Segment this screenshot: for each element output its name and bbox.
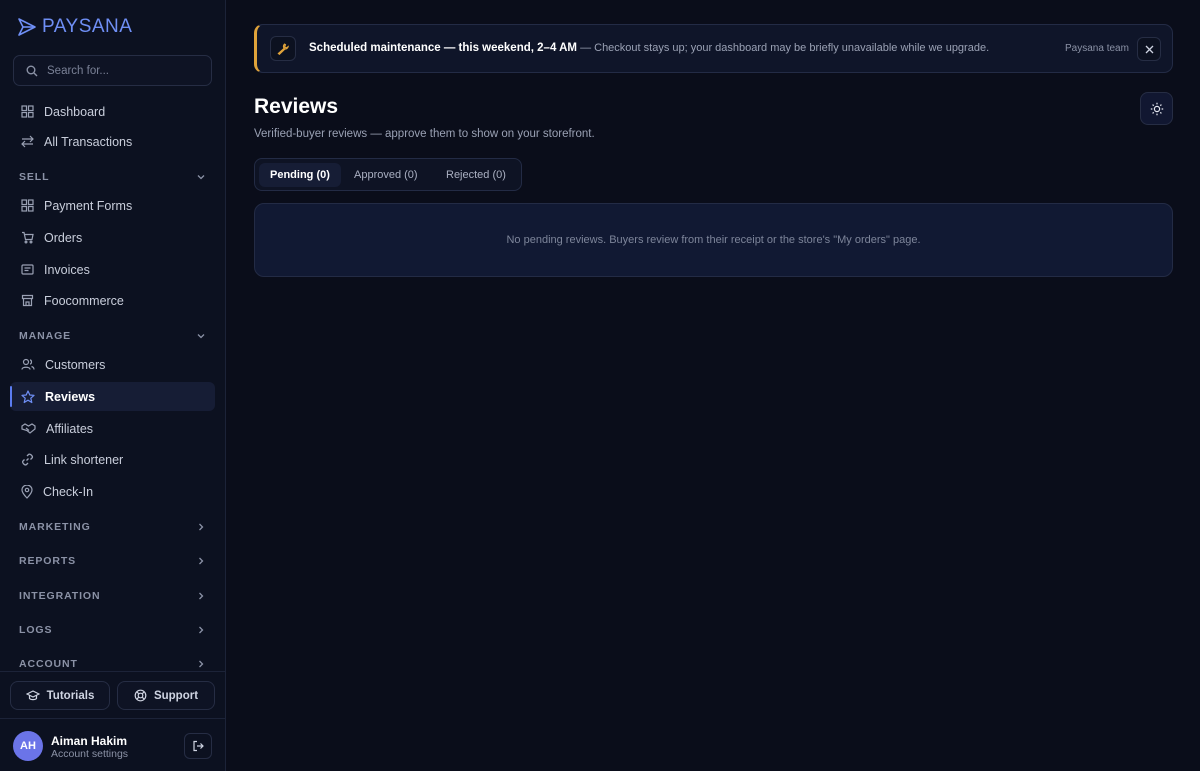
banner-icon-box xyxy=(270,36,296,61)
chevron-right-icon xyxy=(199,557,204,565)
sidebar-item-label: Invoices xyxy=(44,262,90,277)
section-label: MARKETING xyxy=(19,521,91,533)
sidebar-item-dashboard[interactable]: Dashboard xyxy=(10,97,215,126)
empty-state: No pending reviews. Buyers review from t… xyxy=(254,203,1173,277)
chevron-down-icon xyxy=(197,175,205,180)
close-icon xyxy=(1145,45,1153,53)
chevron-right-icon xyxy=(199,660,204,668)
banner-message: — Checkout stays up; your dashboard may … xyxy=(580,42,990,54)
avatar[interactable]: AH xyxy=(13,731,43,761)
support-button[interactable]: Support xyxy=(117,681,215,710)
search-input[interactable] xyxy=(47,64,197,77)
section-integration[interactable]: INTEGRATION xyxy=(10,586,215,606)
sidebar-item-label: Link shortener xyxy=(44,452,124,467)
sidebar-item-label: Reviews xyxy=(45,389,96,404)
section-logs[interactable]: LOGS xyxy=(10,620,215,640)
chevron-right-icon xyxy=(199,523,204,531)
logout-button[interactable] xyxy=(184,733,212,759)
chevron-down-icon xyxy=(197,334,205,339)
sidebar-item-foocommerce[interactable]: Foocommerce xyxy=(10,286,215,315)
user-name: Aiman Hakim xyxy=(51,734,128,748)
sidebar-item-invoices[interactable]: Invoices xyxy=(10,255,215,284)
graduation-cap-icon xyxy=(25,689,40,700)
user-account-row[interactable]: AH Aiman Hakim Account settings xyxy=(0,718,225,771)
store-icon xyxy=(21,294,34,307)
maintenance-banner: Scheduled maintenance — this weekend, 2–… xyxy=(254,24,1173,73)
grid-icon xyxy=(21,105,34,118)
link-icon xyxy=(22,453,33,466)
lifebuoy-icon xyxy=(134,689,147,702)
sidebar-item-orders[interactable]: Orders xyxy=(10,223,215,252)
section-sell[interactable]: SELL xyxy=(10,167,215,187)
tutorials-button[interactable]: Tutorials xyxy=(10,681,110,710)
sidebar-item-label: Check-In xyxy=(43,484,94,499)
tab-approved[interactable]: Approved (0) xyxy=(343,163,429,187)
invoice-icon xyxy=(21,264,34,275)
theme-toggle-button[interactable] xyxy=(1140,92,1173,125)
support-label: Support xyxy=(153,689,199,702)
sidebar: PAYSANA Dashboard All Transactions SELL … xyxy=(0,0,226,771)
sun-icon xyxy=(1150,102,1163,115)
sidebar-item-label: All Transactions xyxy=(44,134,133,149)
brand-logo[interactable]: PAYSANA xyxy=(16,16,132,38)
section-label: ACCOUNT xyxy=(19,658,78,670)
page-subtitle: Verified-buyer reviews — approve them to… xyxy=(254,128,595,140)
empty-state-message: No pending reviews. Buyers review from t… xyxy=(506,234,921,246)
chevron-right-icon xyxy=(199,592,204,600)
users-icon xyxy=(21,358,35,370)
tab-pending[interactable]: Pending (0) xyxy=(259,163,341,187)
banner-title: Scheduled maintenance — this weekend, 2–… xyxy=(309,42,577,54)
sidebar-item-label: Foocommerce xyxy=(44,293,124,308)
handshake-icon xyxy=(21,423,36,434)
page-title: Reviews xyxy=(254,95,339,118)
section-reports[interactable]: REPORTS xyxy=(10,551,215,571)
brand-name: PAYSANA xyxy=(42,16,133,37)
tutorials-label: Tutorials xyxy=(46,689,95,702)
banner-close-button[interactable] xyxy=(1137,37,1161,61)
search-box[interactable] xyxy=(13,55,212,86)
section-marketing[interactable]: MARKETING xyxy=(10,517,215,537)
map-pin-icon xyxy=(21,484,33,499)
sidebar-item-label: Payment Forms xyxy=(44,198,133,213)
sidebar-footer: Tutorials Support AH Aiman Hakim Account… xyxy=(0,671,225,771)
review-status-tabs: Pending (0) Approved (0) Rejected (0) xyxy=(254,158,522,191)
section-label: SELL xyxy=(19,171,50,183)
sidebar-item-label: Orders xyxy=(44,230,83,245)
search-icon xyxy=(26,65,38,76)
transfer-arrows-icon xyxy=(21,135,34,148)
section-label: MANAGE xyxy=(19,330,72,342)
sidebar-item-label: Customers xyxy=(45,357,106,372)
sidebar-item-label: Dashboard xyxy=(44,104,106,119)
wrench-icon xyxy=(277,42,289,55)
account-settings-link[interactable]: Account settings xyxy=(51,748,128,760)
section-label: INTEGRATION xyxy=(19,590,101,602)
sidebar-item-payment-forms[interactable]: Payment Forms xyxy=(10,191,215,220)
chevron-right-icon xyxy=(199,626,204,634)
logout-icon xyxy=(193,740,204,752)
section-label: REPORTS xyxy=(19,555,77,567)
sidebar-item-label: Affiliates xyxy=(46,421,94,436)
cart-icon xyxy=(22,231,34,244)
sidebar-item-all-transactions[interactable]: All Transactions xyxy=(10,127,215,156)
sidebar-item-link-shortener[interactable]: Link shortener xyxy=(10,445,215,474)
sidebar-item-reviews[interactable]: Reviews xyxy=(10,382,215,411)
sidebar-item-affiliates[interactable]: Affiliates xyxy=(10,414,215,443)
tab-rejected[interactable]: Rejected (0) xyxy=(435,163,517,187)
sidebar-item-customers[interactable]: Customers xyxy=(10,350,215,379)
banner-author: Paysana team xyxy=(1065,43,1129,54)
banner-text: Scheduled maintenance — this weekend, 2–… xyxy=(309,42,989,54)
section-manage[interactable]: MANAGE xyxy=(10,326,215,346)
sidebar-item-check-in[interactable]: Check-In xyxy=(10,477,215,506)
section-label: LOGS xyxy=(19,624,53,636)
grid-icon xyxy=(21,199,34,212)
paysana-logo-icon xyxy=(18,18,36,36)
star-icon xyxy=(21,389,35,403)
